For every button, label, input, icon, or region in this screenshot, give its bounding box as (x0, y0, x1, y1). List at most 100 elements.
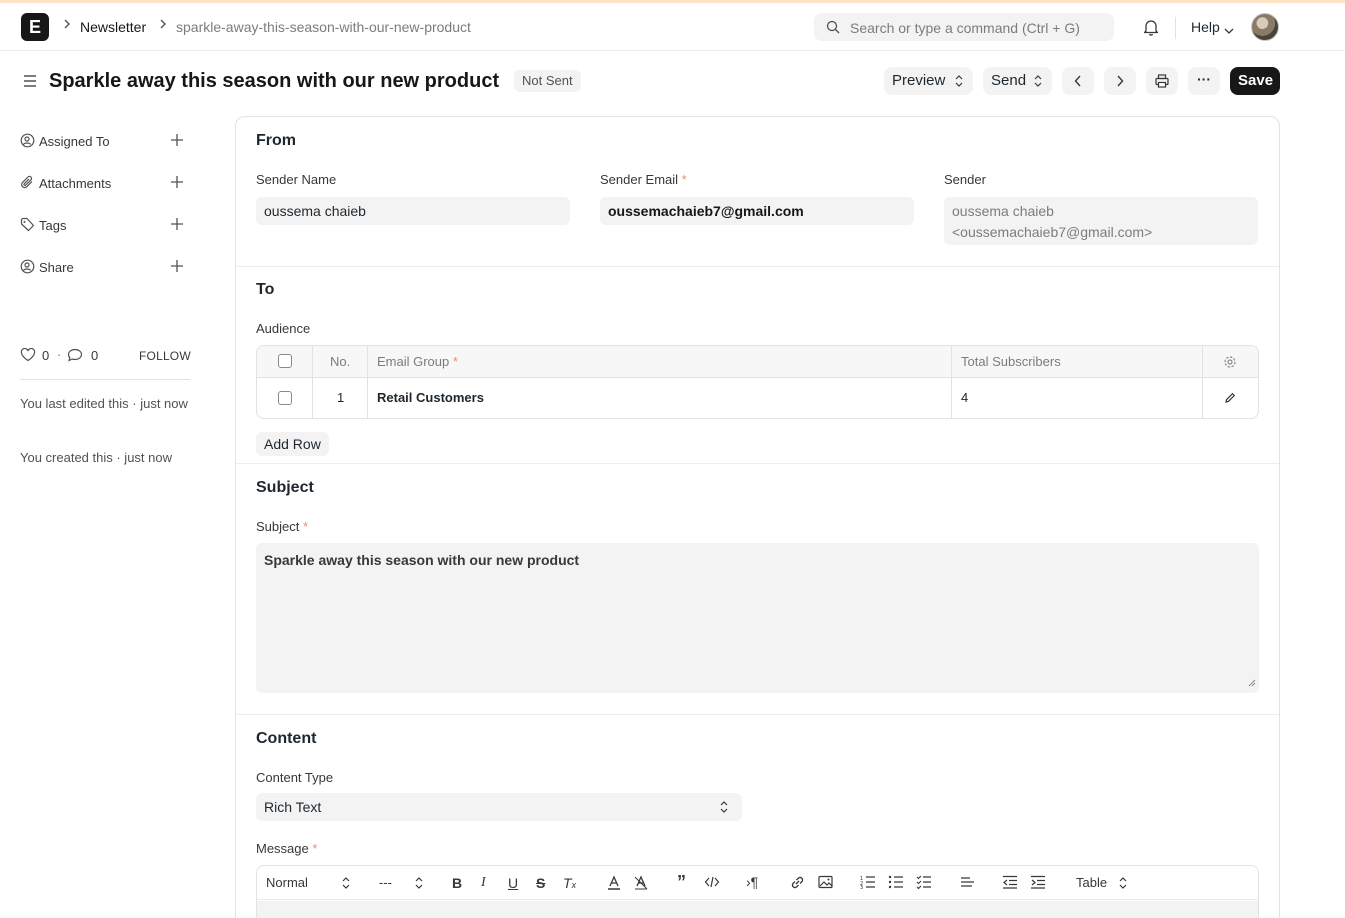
image-icon[interactable] (818, 875, 833, 889)
sender-label: Sender (944, 172, 986, 187)
audience-label: Audience (256, 321, 311, 336)
column-separator (312, 346, 313, 418)
navbar: E Newsletter sparkle-away-this-season-wi… (0, 3, 1345, 51)
preview-button[interactable]: Preview (884, 67, 973, 95)
bullet-list-icon[interactable] (888, 875, 904, 889)
edit-icon[interactable] (1224, 391, 1236, 407)
sender-email-field[interactable]: oussemachaieb7@gmail.com (600, 197, 914, 225)
section-title-subject: Subject (256, 479, 314, 496)
paperclip-icon (20, 175, 35, 193)
ordered-list-icon[interactable]: 123 (860, 875, 876, 889)
help-menu[interactable]: Help (1191, 19, 1220, 35)
checklist-icon[interactable] (916, 875, 932, 889)
plus-icon[interactable] (170, 175, 184, 192)
section-divider (236, 266, 1279, 267)
table-header: No. Email Group * Total Subscribers (257, 346, 1258, 378)
align-icon[interactable] (960, 875, 975, 889)
gear-icon[interactable] (1223, 355, 1237, 372)
outdent-icon[interactable] (1002, 875, 1018, 889)
sidebar-item-assigned-to[interactable]: Assigned To (20, 129, 190, 153)
updown-icon (342, 877, 350, 889)
bold-icon[interactable]: B (452, 875, 462, 891)
navbar-divider (1175, 17, 1176, 39)
share-user-icon (20, 259, 35, 277)
resize-handle-icon[interactable] (1248, 674, 1256, 690)
status-badge: Not Sent (514, 70, 581, 92)
row-email-group[interactable]: Retail Customers (377, 390, 484, 405)
updown-icon (415, 877, 423, 889)
row-no: 1 (337, 390, 345, 405)
sender-name-field[interactable]: oussema chaieb (256, 197, 570, 225)
follow-button[interactable]: FOLLOW (139, 349, 191, 363)
table-row[interactable]: 1 Retail Customers 4 (257, 378, 1258, 418)
sender-line-1: oussema chaieb (952, 203, 1054, 219)
preview-label: Preview (892, 72, 946, 89)
plus-icon[interactable] (170, 217, 184, 234)
content-type-select[interactable]: Rich Text (256, 793, 742, 821)
italic-icon[interactable]: I (481, 875, 486, 891)
sidebar-item-share[interactable]: Share (20, 255, 190, 279)
ellipsis-icon: ··· (1197, 71, 1211, 87)
underline-icon[interactable]: U (508, 875, 518, 891)
chevron-down-icon (1224, 22, 1234, 38)
prev-record-button[interactable] (1062, 67, 1094, 95)
chevron-right-icon (63, 17, 71, 34)
likes-count: 0 (42, 348, 50, 363)
background-color-icon[interactable] (634, 875, 648, 891)
plus-icon[interactable] (170, 259, 184, 276)
text-color-icon[interactable] (607, 875, 621, 891)
strikethrough-icon[interactable]: S (536, 875, 545, 891)
search-icon (826, 20, 840, 37)
section-divider (236, 714, 1279, 715)
message-editor-body[interactable] (257, 901, 1258, 918)
section-title-from: From (256, 132, 296, 149)
breadcrumb-newsletter[interactable]: Newsletter (80, 19, 146, 35)
sidebar-item-label: Assigned To (39, 134, 110, 149)
paragraph-style-select[interactable]: Normal (266, 875, 308, 890)
sender-field: oussema chaieb <oussemachaieb7@gmail.com… (944, 197, 1258, 245)
add-row-button[interactable]: Add Row (256, 432, 329, 456)
sidebar-item-label: Share (39, 260, 74, 275)
printer-icon (1155, 74, 1169, 88)
font-size-select[interactable]: --- (379, 875, 392, 890)
sender-line-2: <oussemachaieb7@gmail.com> (952, 224, 1153, 240)
indent-icon[interactable] (1030, 875, 1046, 889)
audience-table: No. Email Group * Total Subscribers 1 Re… (256, 345, 1259, 419)
sidebar-item-attachments[interactable]: Attachments (20, 171, 190, 195)
heart-icon[interactable] (20, 347, 36, 365)
comments-count: 0 (91, 348, 99, 363)
engagement-stats: 0 · 0 FOLLOW (20, 346, 191, 366)
plus-icon[interactable] (170, 133, 184, 150)
editor-toolbar: Normal --- B I U S Tx ” ›¶ 1 2 3 Table (257, 866, 1258, 900)
clear-format-icon[interactable]: Tx (563, 875, 576, 891)
separator-dot: · (57, 347, 62, 362)
sidebar-divider (20, 379, 190, 380)
chevron-right-icon (1117, 75, 1124, 87)
column-separator (1202, 346, 1203, 418)
code-block-icon[interactable] (704, 875, 720, 889)
column-total-subscribers: Total Subscribers (961, 354, 1061, 369)
more-actions-button[interactable]: ··· (1188, 67, 1220, 95)
comment-icon[interactable] (67, 348, 83, 365)
link-icon[interactable] (790, 875, 805, 890)
sidebar-toggle-icon[interactable] (22, 73, 38, 92)
created-note: You created this · just now (20, 450, 172, 465)
save-button[interactable]: Save (1230, 67, 1280, 95)
avatar[interactable] (1251, 13, 1279, 41)
updown-icon (1119, 877, 1127, 889)
bell-icon[interactable] (1143, 18, 1159, 39)
print-button[interactable] (1146, 67, 1178, 95)
search-input[interactable]: Search or type a command (Ctrl + G) (814, 13, 1114, 41)
blockquote-icon[interactable]: ” (677, 872, 686, 893)
subject-textarea[interactable]: Sparkle away this season with our new pr… (256, 543, 1259, 693)
sidebar-item-tags[interactable]: Tags (20, 213, 190, 237)
breadcrumb-current[interactable]: sparkle-away-this-season-with-our-new-pr… (176, 19, 471, 35)
updown-icon (720, 801, 728, 813)
row-checkbox[interactable] (278, 391, 292, 405)
text-direction-icon[interactable]: ›¶ (746, 874, 758, 890)
app-logo[interactable]: E (21, 13, 49, 41)
next-record-button[interactable] (1104, 67, 1136, 95)
table-select[interactable]: Table (1076, 875, 1107, 890)
send-button[interactable]: Send (983, 67, 1052, 95)
select-all-checkbox[interactable] (278, 354, 292, 368)
